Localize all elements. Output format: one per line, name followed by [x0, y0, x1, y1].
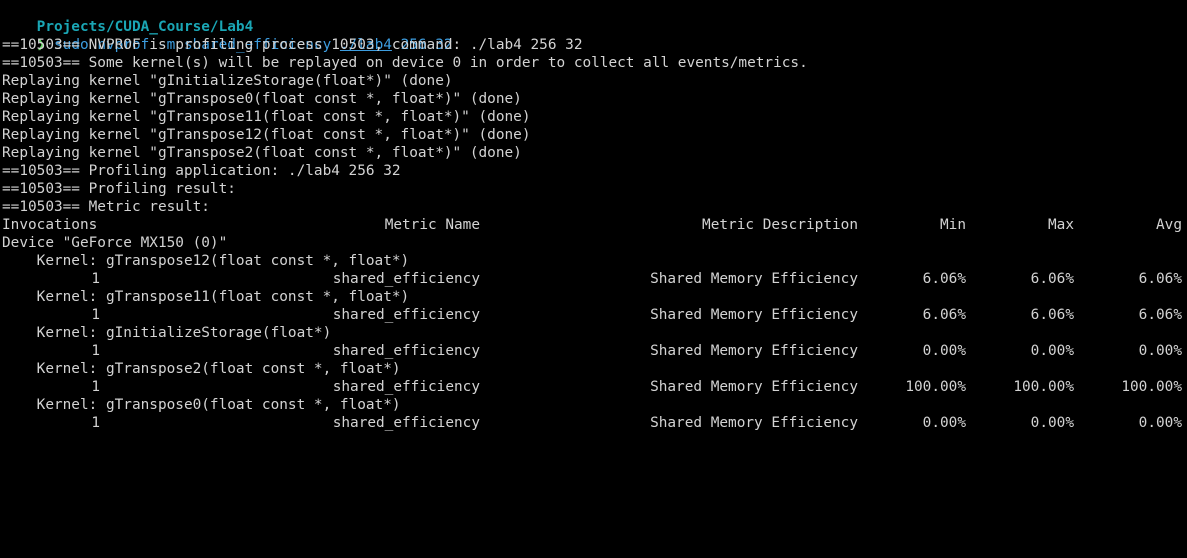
kernel-label: Kernel: gTranspose0(float const *, float…: [2, 397, 401, 413]
output-line: ==10503== Metric result:: [2, 199, 210, 215]
cell-min: 6.06%: [922, 307, 966, 323]
cell-avg: 0.00%: [1138, 343, 1182, 359]
output-line: Replaying kernel "gInitializeStorage(flo…: [2, 73, 453, 89]
cell-metric-description: Shared Memory Efficiency: [650, 415, 858, 431]
table-header-row: Invocations Metric Name Metric Descripti…: [2, 216, 1187, 234]
cell-max: 100.00%: [1013, 379, 1074, 395]
cell-max: 0.00%: [1030, 343, 1074, 359]
cell-avg: 0.00%: [1138, 415, 1182, 431]
cell-min: 0.00%: [922, 343, 966, 359]
cell-metric-name: shared_efficiency: [332, 307, 480, 323]
cell-invocations: 1: [91, 307, 100, 323]
output-line: ==10503== Profiling result:: [2, 181, 236, 197]
cell-max: 0.00%: [1030, 415, 1074, 431]
cell-metric-name: shared_efficiency: [332, 379, 480, 395]
cell-min: 6.06%: [922, 271, 966, 287]
cell-metric-description: Shared Memory Efficiency: [650, 343, 858, 359]
command-line[interactable]: ❯ sudo nvprof -m shared_efficiency ./lab…: [2, 18, 1187, 53]
output-line: Replaying kernel "gTranspose2(float cons…: [2, 145, 522, 161]
header-metric-name: Metric Name: [384, 217, 480, 233]
output-line: Replaying kernel "gTranspose12(float con…: [2, 127, 531, 143]
output-line: ==10503== Some kernel(s) will be replaye…: [2, 55, 808, 71]
header-max: Max: [1048, 217, 1074, 233]
cell-min: 100.00%: [905, 379, 966, 395]
kernel-label: Kernel: gTranspose12(float const *, floa…: [2, 253, 410, 269]
cell-metric-description: Shared Memory Efficiency: [650, 307, 858, 323]
cell-metric-name: shared_efficiency: [332, 343, 480, 359]
cell-avg: 100.00%: [1121, 379, 1182, 395]
header-invocations: Invocations: [2, 217, 98, 233]
cell-invocations: 1: [91, 343, 100, 359]
table-row: 1 shared_efficiency Shared Memory Effici…: [2, 306, 1187, 324]
output-line: ==10503== NVPROF is profiling process 10…: [2, 37, 583, 53]
table-row: 1 shared_efficiency Shared Memory Effici…: [2, 270, 1187, 288]
terminal-window[interactable]: Projects/CUDA_Course/Lab4 ❯ sudo nvprof …: [2, 0, 1187, 440]
cell-invocations: 1: [91, 379, 100, 395]
cell-avg: 6.06%: [1138, 271, 1182, 287]
cell-metric-name: shared_efficiency: [332, 271, 480, 287]
header-metric-description: Metric Description: [702, 217, 858, 233]
table-row: 1 shared_efficiency Shared Memory Effici…: [2, 414, 1187, 432]
cell-min: 0.00%: [922, 415, 966, 431]
kernel-label: Kernel: gTranspose2(float const *, float…: [2, 361, 401, 377]
cell-invocations: 1: [91, 271, 100, 287]
output-line: Replaying kernel "gTranspose11(float con…: [2, 109, 531, 125]
cell-metric-description: Shared Memory Efficiency: [650, 379, 858, 395]
cell-metric-description: Shared Memory Efficiency: [650, 271, 858, 287]
kernel-label: Kernel: gInitializeStorage(float*): [2, 325, 332, 341]
prompt-path-line: Projects/CUDA_Course/Lab4: [2, 0, 1187, 35]
table-row: 1 shared_efficiency Shared Memory Effici…: [2, 342, 1187, 360]
output-line: ==10503== Profiling application: ./lab4 …: [2, 163, 401, 179]
device-line: Device "GeForce MX150 (0)": [2, 235, 228, 251]
header-avg: Avg: [1156, 217, 1182, 233]
cell-max: 6.06%: [1030, 307, 1074, 323]
cell-max: 6.06%: [1030, 271, 1074, 287]
table-row: 1 shared_efficiency Shared Memory Effici…: [2, 378, 1187, 396]
cell-metric-name: shared_efficiency: [332, 415, 480, 431]
header-min: Min: [940, 217, 966, 233]
kernel-label: Kernel: gTranspose11(float const *, floa…: [2, 289, 410, 305]
cell-avg: 6.06%: [1138, 307, 1182, 323]
cell-invocations: 1: [91, 415, 100, 431]
output-line: Replaying kernel "gTranspose0(float cons…: [2, 91, 522, 107]
